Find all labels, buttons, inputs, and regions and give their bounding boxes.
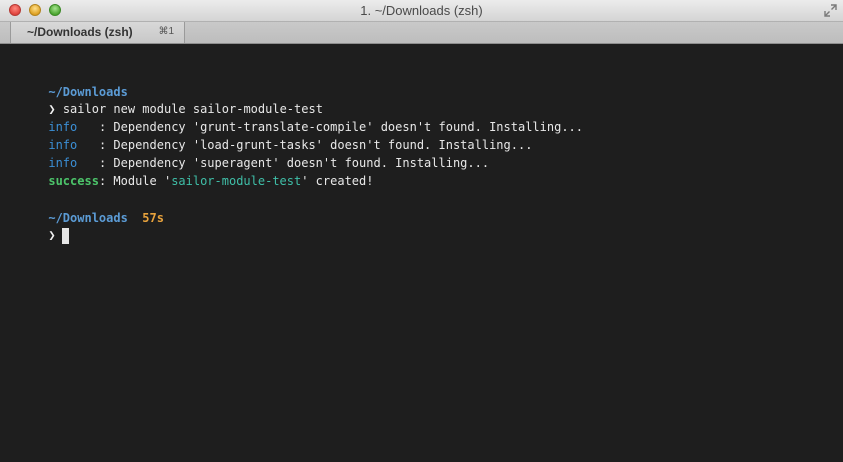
- text-cursor: [61, 227, 69, 244]
- fullscreen-icon[interactable]: [824, 4, 837, 17]
- success-prefix: Module ': [113, 174, 172, 188]
- log-line: info : Dependency 'load-grunt-tasks' doe…: [5, 118, 532, 152]
- log-line: info : Dependency 'superagent' doesn't f…: [5, 136, 489, 170]
- module-name: sailor-module-test: [171, 174, 302, 188]
- tab-downloads-zsh[interactable]: ~/Downloads (zsh) ⌘1: [10, 22, 185, 43]
- active-prompt-line[interactable]: ❯: [5, 208, 69, 244]
- success-level: success: [48, 174, 99, 188]
- tab-shortcut: ⌘1: [158, 26, 174, 37]
- command-duration: 57s: [142, 211, 164, 225]
- success-suffix: ' created!: [301, 174, 374, 188]
- title-bar[interactable]: 1. ~/Downloads (zsh): [0, 0, 843, 22]
- terminal-window: 1. ~/Downloads (zsh) ~/Downloads (zsh) ⌘…: [0, 0, 843, 462]
- prompt-directory-line: ~/Downloads 57s: [5, 191, 164, 225]
- window-title: 1. ~/Downloads (zsh): [360, 3, 483, 18]
- success-line: success: Module 'sailor-module-test' cre…: [5, 154, 373, 188]
- success-separator: :: [98, 174, 114, 188]
- terminal-output[interactable]: ~/Downloads ❯ sailor new module sailor-m…: [0, 44, 843, 462]
- log-line: info : Dependency 'grunt-translate-compi…: [5, 100, 583, 134]
- tab-bar: ~/Downloads (zsh) ⌘1: [0, 22, 843, 44]
- prompt-arrow-icon: ❯: [48, 228, 56, 242]
- command-line: ❯ sailor new module sailor-module-test: [5, 82, 323, 116]
- prompt-directory-line: ~/Downloads: [5, 65, 127, 99]
- tab-label: ~/Downloads (zsh): [27, 25, 133, 39]
